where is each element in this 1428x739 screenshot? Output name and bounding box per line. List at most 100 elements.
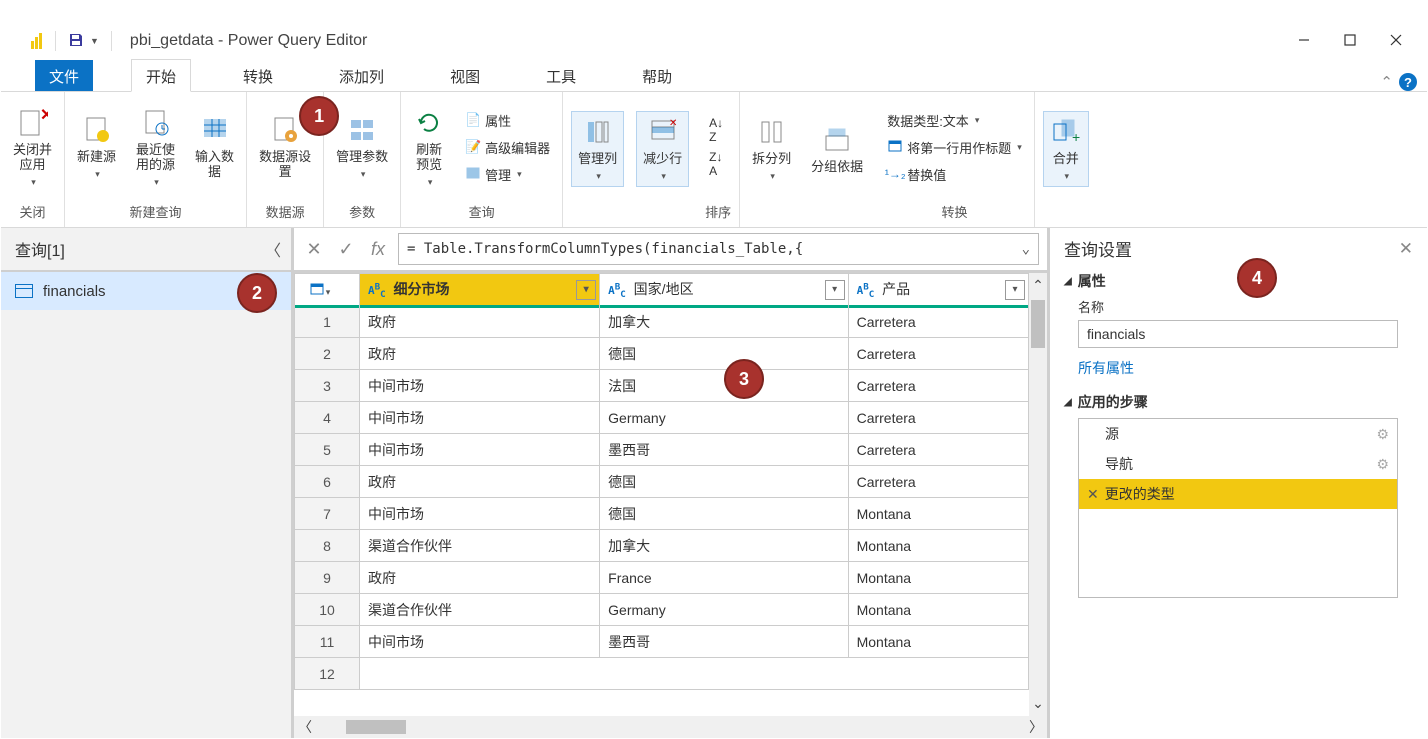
maximize-button[interactable] (1327, 25, 1373, 55)
query-name-input[interactable]: financials (1078, 320, 1398, 348)
applied-step[interactable]: ✕更改的类型 (1079, 479, 1397, 509)
cell[interactable]: Carretera (848, 306, 1028, 338)
table-row[interactable]: 3中间市场法国Carretera (295, 370, 1029, 402)
delete-step-icon[interactable]: ✕ (1087, 486, 1099, 503)
step-settings-icon[interactable]: ⚙ (1376, 456, 1389, 473)
table-row[interactable]: 2政府德国Carretera (295, 338, 1029, 370)
queries-collapse-icon[interactable]: 〈 (265, 237, 281, 261)
query-item-financials[interactable]: financials 2 (1, 272, 291, 310)
replace-values-button[interactable]: ¹→₂替换值 (883, 163, 1026, 186)
combine-button[interactable]: +合并▾ (1043, 111, 1089, 186)
ribbon-collapse-icon[interactable]: ⌃ (1380, 73, 1393, 91)
save-button[interactable] (68, 32, 84, 51)
cell[interactable]: Montana (848, 530, 1028, 562)
cell[interactable]: 加拿大 (600, 530, 848, 562)
cell[interactable]: Carretera (848, 338, 1028, 370)
applied-step[interactable]: 源⚙ (1079, 419, 1397, 449)
all-properties-link[interactable]: 所有属性 (1078, 358, 1134, 378)
table-row[interactable]: 9政府FranceMontana (295, 562, 1029, 594)
column-header[interactable]: ABC 国家/地区▾ (600, 274, 848, 306)
manage-columns-button[interactable]: 管理列▾ (571, 111, 624, 186)
data-grid[interactable]: ▾ABC 细分市场▾ABC 国家/地区▾ABC 产品▾ 1政府加拿大Carret… (294, 273, 1029, 690)
table-row[interactable]: 5中间市场墨西哥Carretera (295, 434, 1029, 466)
cell[interactable]: Carretera (848, 370, 1028, 402)
cell[interactable]: 德国 (600, 338, 848, 370)
cell[interactable]: 墨西哥 (600, 434, 848, 466)
select-all-cell[interactable]: ▾ (295, 274, 360, 306)
tab-transform[interactable]: 转换 (229, 60, 287, 91)
fx-icon[interactable]: fx (366, 239, 390, 260)
qat-dropdown[interactable]: ▼ (90, 36, 99, 46)
accept-formula-button[interactable]: ✓ (334, 239, 358, 260)
table-row[interactable]: 1政府加拿大Carretera (295, 306, 1029, 338)
cell[interactable]: 政府 (360, 466, 600, 498)
properties-button[interactable]: 📄属性 (461, 109, 554, 132)
cancel-formula-button[interactable]: ✕ (302, 239, 326, 260)
manage-params-button[interactable]: 管理参数▾ (332, 112, 392, 181)
table-row[interactable]: 7中间市场德国Montana (295, 498, 1029, 530)
cell[interactable]: 德国 (600, 466, 848, 498)
cell[interactable]: Carretera (848, 402, 1028, 434)
cell[interactable]: 中间市场 (360, 402, 600, 434)
cell[interactable]: Germany (600, 594, 848, 626)
sort-desc-button[interactable]: Z↓A (705, 148, 727, 180)
cell[interactable]: 加拿大 (600, 306, 848, 338)
cell[interactable]: 政府 (360, 306, 600, 338)
applied-steps-header: 应用的步骤 (1078, 392, 1148, 412)
sort-asc-button[interactable]: A↓Z (705, 114, 727, 146)
table-row[interactable]: 11中间市场墨西哥Montana (295, 626, 1029, 658)
formula-bar[interactable]: = Table.TransformColumnTypes(financials_… (398, 233, 1039, 265)
close-apply-button[interactable]: ✕ 关闭并 应用▾ (9, 105, 56, 189)
step-settings-icon[interactable]: ⚙ (1376, 426, 1389, 443)
enter-data-button[interactable]: 输入数 据 (191, 112, 238, 182)
cell[interactable]: 德国 (600, 498, 848, 530)
table-row[interactable]: 4中间市场GermanyCarretera (295, 402, 1029, 434)
cell[interactable]: Germany (600, 402, 848, 434)
tab-view[interactable]: 视图 (436, 60, 494, 91)
cell[interactable]: 渠道合作伙伴 (360, 594, 600, 626)
cell[interactable]: Carretera (848, 434, 1028, 466)
formula-expand-icon[interactable]: ⌄ (1022, 241, 1030, 257)
split-column-button[interactable]: 拆分列▾ (748, 114, 795, 183)
help-icon[interactable]: ? (1399, 73, 1417, 91)
vertical-scrollbar[interactable]: ⌃ ⌄ (1029, 273, 1047, 716)
cell[interactable]: 中间市场 (360, 498, 600, 530)
first-row-headers-button[interactable]: 将第一行用作标题 ▾ (883, 136, 1026, 159)
data-type-button[interactable]: 数据类型:文本 ▾ (883, 109, 1026, 132)
tab-home[interactable]: 开始 (131, 59, 191, 92)
applied-step[interactable]: 导航⚙ (1079, 449, 1397, 479)
advanced-editor-button[interactable]: 📝高级编辑器 (461, 136, 554, 159)
table-row[interactable]: 10渠道合作伙伴GermanyMontana (295, 594, 1029, 626)
reduce-rows-button[interactable]: ✕减少行▾ (636, 111, 689, 186)
cell[interactable]: Montana (848, 562, 1028, 594)
table-row[interactable]: 8渠道合作伙伴加拿大Montana (295, 530, 1029, 562)
cell[interactable]: Montana (848, 626, 1028, 658)
cell[interactable]: Carretera (848, 466, 1028, 498)
tab-file[interactable]: 文件 (35, 60, 93, 91)
close-window-button[interactable] (1373, 25, 1419, 55)
tab-help[interactable]: 帮助 (628, 60, 686, 91)
cell[interactable]: Montana (848, 594, 1028, 626)
refresh-preview-button[interactable]: 刷新 预览▾ (409, 105, 449, 189)
horizontal-scrollbar[interactable]: 〈 〉 (294, 716, 1047, 738)
recent-sources-button[interactable]: 最近使 用的源▾ (132, 105, 179, 189)
column-header[interactable]: ABC 产品▾ (848, 274, 1028, 306)
cell[interactable]: 政府 (360, 562, 600, 594)
group-by-button[interactable]: 分组依据 (807, 122, 867, 177)
minimize-button[interactable] (1281, 25, 1327, 55)
cell[interactable]: France (600, 562, 848, 594)
cell[interactable]: 墨西哥 (600, 626, 848, 658)
tab-tools[interactable]: 工具 (532, 60, 590, 91)
table-row[interactable]: 6政府德国Carretera (295, 466, 1029, 498)
cell[interactable]: 中间市场 (360, 434, 600, 466)
tab-addcolumn[interactable]: 添加列 (325, 60, 398, 91)
manage-query-button[interactable]: 管理 ▾ (461, 163, 554, 186)
close-settings-button[interactable]: ✕ (1399, 239, 1413, 259)
cell[interactable]: 政府 (360, 338, 600, 370)
new-source-button[interactable]: 新建源▾ (73, 112, 120, 181)
cell[interactable]: Montana (848, 498, 1028, 530)
cell[interactable]: 中间市场 (360, 626, 600, 658)
cell[interactable]: 中间市场 (360, 370, 600, 402)
column-header[interactable]: ABC 细分市场▾ (360, 274, 600, 306)
cell[interactable]: 渠道合作伙伴 (360, 530, 600, 562)
